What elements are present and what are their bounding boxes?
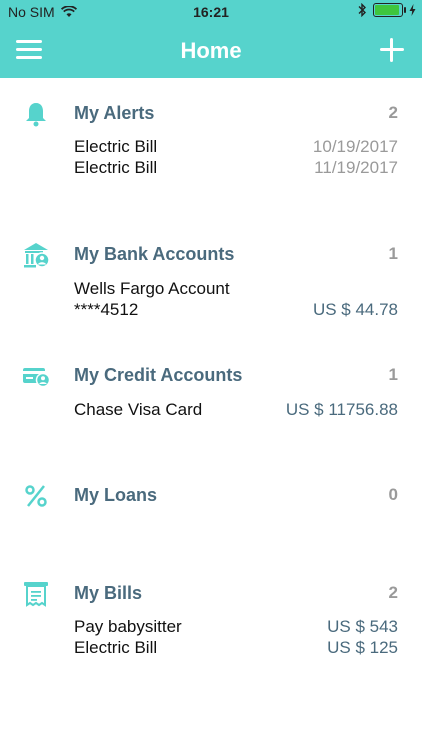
section-title: My Bank Accounts — [74, 244, 235, 264]
item-label: Electric Bill — [74, 137, 158, 156]
section-title: My Loans — [74, 485, 158, 505]
section-count: 1 — [388, 244, 398, 263]
section-loans[interactable]: My Loans 0 — [0, 482, 422, 512]
item-label: Electric Bill — [74, 158, 158, 177]
add-button[interactable] — [378, 36, 406, 64]
page-title: Home — [180, 38, 242, 63]
item-label: Chase Visa Card — [74, 400, 203, 419]
section-title: My Bills — [74, 583, 143, 603]
item-label: Pay babysitter — [74, 617, 182, 636]
list-item[interactable]: Wells Fargo Account ****4512 US $ 44.78 — [74, 279, 398, 321]
section-count: 0 — [388, 485, 398, 504]
item-amount: US $ 543 — [327, 617, 398, 636]
bell-icon — [26, 103, 46, 127]
charging-bolt-icon — [409, 4, 416, 16]
percent-icon — [25, 485, 47, 507]
receipt-icon — [24, 582, 48, 607]
item-amount: US $ 44.78 — [312, 300, 398, 319]
section-alerts[interactable]: My Alerts 2 Electric Bill 10/19/2017 Ele… — [0, 100, 422, 190]
bluetooth-icon — [358, 3, 366, 17]
section-title: My Credit Accounts — [74, 365, 243, 385]
section-count: 2 — [388, 103, 398, 122]
section-count: 2 — [388, 583, 398, 602]
section-bank-accounts[interactable]: My Bank Accounts 1 Wells Fargo Account *… — [0, 241, 422, 326]
bank-icon — [24, 243, 50, 268]
battery-icon — [373, 3, 406, 17]
section-count: 1 — [388, 365, 398, 384]
item-label: Electric Bill — [74, 638, 158, 657]
battery-fill — [375, 5, 399, 15]
section-title: My Alerts — [74, 103, 155, 123]
nav-bar: Home — [0, 24, 422, 78]
section-bills[interactable]: My Bills 2 Pay babysitter US $ 543 Elect… — [0, 580, 422, 660]
section-credit-accounts[interactable]: My Credit Accounts 1 Chase Visa Card US … — [0, 362, 422, 422]
status-bar: No SIM 16:21 — [0, 0, 422, 24]
item-account-number: ****4512 — [74, 300, 139, 319]
status-right — [358, 3, 416, 17]
item-amount: US $ 11756.88 — [285, 400, 398, 419]
item-date: 10/19/2017 — [312, 137, 398, 156]
item-amount: US $ 125 — [327, 638, 398, 657]
item-label: Wells Fargo Account — [74, 279, 230, 298]
item-date: 11/19/2017 — [314, 158, 398, 177]
credit-card-icon — [23, 368, 50, 388]
